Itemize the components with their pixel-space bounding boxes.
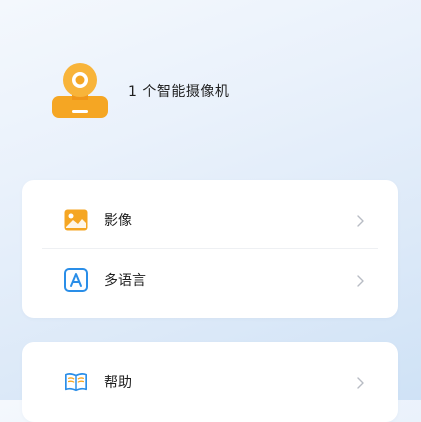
- device-count-label: 1 个智能摄像机: [128, 84, 230, 100]
- settings-card: 影像 多语言: [22, 180, 398, 318]
- menu-item-label: 影像: [104, 213, 132, 229]
- image-icon: [64, 208, 88, 232]
- divider: [42, 248, 378, 249]
- menu-item-label: 帮助: [104, 375, 132, 391]
- chevron-right-icon: [356, 213, 366, 227]
- menu-item-label: 多语言: [104, 273, 146, 289]
- book-icon: [64, 370, 88, 394]
- help-card: 帮助: [22, 342, 398, 422]
- menu-item-image[interactable]: 影像: [22, 190, 398, 250]
- menu-item-help[interactable]: 帮助: [22, 352, 398, 412]
- device-header[interactable]: 1 个智能摄像机: [50, 62, 229, 120]
- camera-icon: [50, 62, 110, 120]
- language-icon: [64, 268, 88, 292]
- chevron-right-icon: [356, 375, 366, 389]
- chevron-right-icon: [356, 273, 366, 287]
- menu-item-language[interactable]: 多语言: [22, 250, 398, 310]
